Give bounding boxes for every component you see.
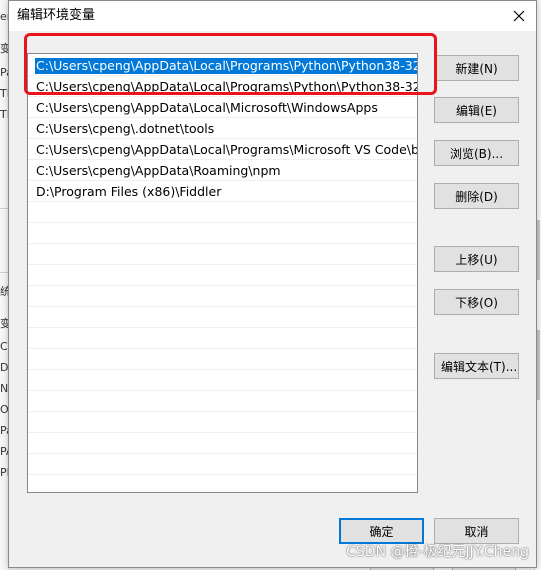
list-item[interactable]: C:\Users\cpeng\.dotnet\tools bbox=[28, 118, 417, 139]
path-text: C:\Users\cpeng\AppData\Roaming\npm bbox=[36, 163, 281, 178]
list-item[interactable]: C:\Users\cpeng\AppData\Local\Programs\Py… bbox=[28, 76, 417, 97]
close-icon bbox=[513, 10, 525, 22]
ok-button[interactable]: 确定 bbox=[339, 518, 424, 544]
empty-list-row[interactable] bbox=[28, 286, 417, 307]
empty-list-row[interactable] bbox=[28, 223, 417, 244]
screen: er 变 Pa TE TM 统 变 Co Dr NU O Pa PA PR 编辑… bbox=[0, 0, 541, 570]
list-item[interactable]: D:\Program Files (x86)\Fiddler bbox=[28, 181, 417, 202]
empty-list-row[interactable] bbox=[28, 454, 417, 475]
empty-list-row[interactable] bbox=[28, 202, 417, 223]
path-list[interactable]: C:\Users\cpeng\AppData\Local\Programs\Py… bbox=[27, 53, 418, 493]
empty-list-row[interactable] bbox=[28, 370, 417, 391]
path-text: C:\Users\cpeng\.dotnet\tools bbox=[36, 121, 215, 136]
edit-text-button[interactable]: 编辑文本(T)... bbox=[434, 353, 519, 379]
list-item[interactable]: C:\Users\cpeng\AppData\Local\Programs\Mi… bbox=[28, 139, 417, 160]
empty-list-row[interactable] bbox=[28, 244, 417, 265]
new-button[interactable]: 新建(N) bbox=[434, 55, 519, 81]
cancel-button[interactable]: 取消 bbox=[434, 518, 519, 544]
move-down-button[interactable]: 下移(O) bbox=[434, 289, 519, 315]
edit-env-variable-dialog: 编辑环境变量 C:\Users\cpeng\AppData\Local\Prog… bbox=[8, 0, 537, 568]
empty-list-row[interactable] bbox=[28, 307, 417, 328]
path-text: C:\Users\cpeng\AppData\Local\Programs\Mi… bbox=[36, 142, 418, 157]
empty-list-row[interactable] bbox=[28, 475, 417, 492]
empty-list-row[interactable] bbox=[28, 433, 417, 454]
browse-button[interactable]: 浏览(B)... bbox=[434, 140, 519, 166]
close-button[interactable] bbox=[508, 5, 530, 27]
path-text: C:\Users\cpeng\AppData\Local\Microsoft\W… bbox=[36, 100, 378, 115]
empty-list-row[interactable] bbox=[28, 349, 417, 370]
empty-list-row[interactable] bbox=[28, 328, 417, 349]
title-bar[interactable]: 编辑环境变量 bbox=[9, 1, 536, 31]
list-item[interactable]: C:\Users\cpeng\AppData\Local\Microsoft\W… bbox=[28, 97, 417, 118]
empty-list-row[interactable] bbox=[28, 412, 417, 433]
edit-button[interactable]: 编辑(E) bbox=[434, 97, 519, 123]
delete-button[interactable]: 删除(D) bbox=[434, 183, 519, 209]
empty-list-row[interactable] bbox=[28, 265, 417, 286]
move-up-button[interactable]: 上移(U) bbox=[434, 246, 519, 272]
list-item[interactable]: C:\Users\cpeng\AppData\Roaming\npm bbox=[28, 160, 417, 181]
dialog-title: 编辑环境变量 bbox=[17, 8, 96, 23]
list-item[interactable]: C:\Users\cpeng\AppData\Local\Programs\Py… bbox=[28, 55, 417, 76]
empty-list-row[interactable] bbox=[28, 391, 417, 412]
path-text: D:\Program Files (x86)\Fiddler bbox=[36, 184, 222, 199]
path-text: C:\Users\cpeng\AppData\Local\Programs\Py… bbox=[35, 58, 418, 74]
path-text: C:\Users\cpeng\AppData\Local\Programs\Py… bbox=[36, 79, 418, 94]
